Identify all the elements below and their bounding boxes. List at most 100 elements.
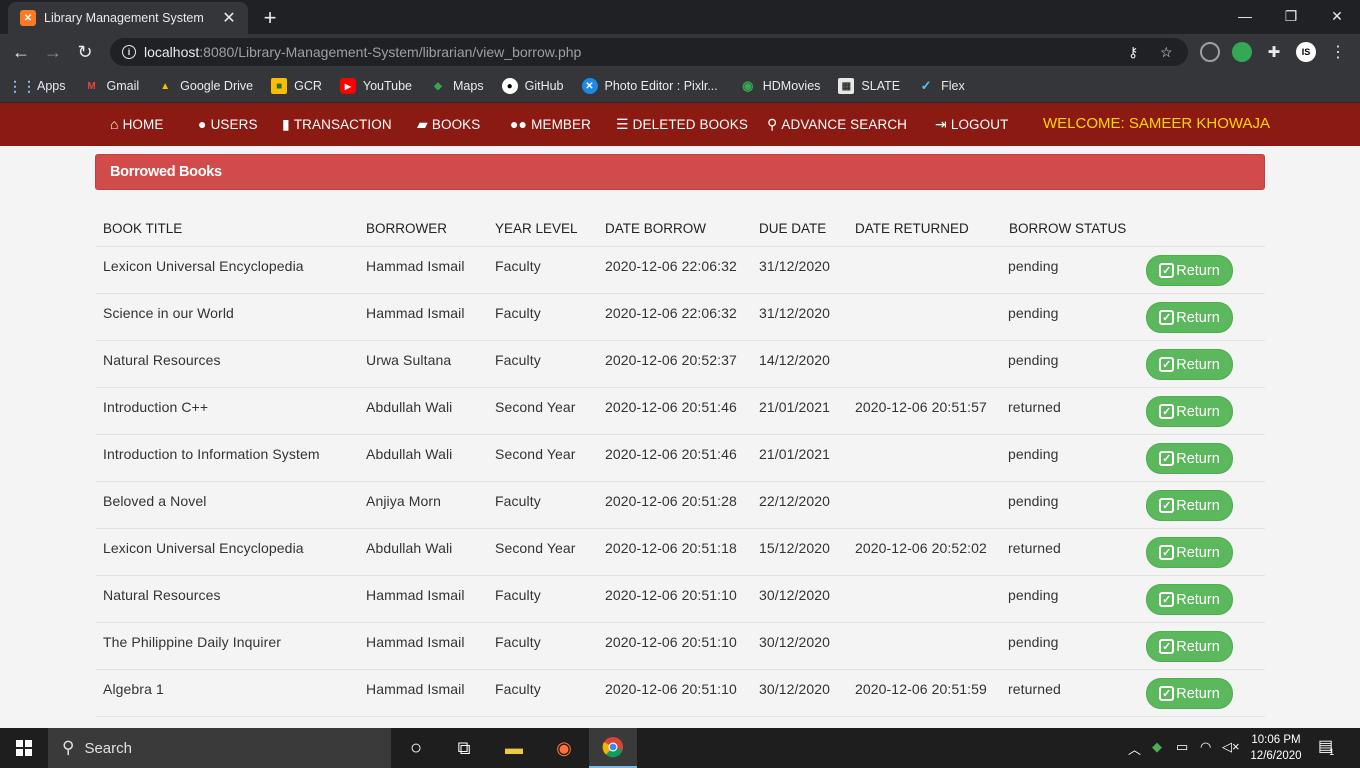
- bookmark-github[interactable]: ● GitHub: [501, 78, 564, 94]
- bookmark-label: HDMovies: [762, 79, 821, 93]
- bookmark-star-icon[interactable]: ☆: [1160, 44, 1173, 61]
- restore-icon[interactable]: ❐: [1268, 2, 1314, 30]
- cell-book-title: Algebra 1: [103, 681, 164, 697]
- cell-book-title: Lexicon Universal Encyclopedia: [103, 258, 304, 274]
- taskbar-search[interactable]: ⚲ Search: [48, 728, 391, 768]
- nav-advance-search[interactable]: ⚲ ADVANCE SEARCH: [767, 116, 907, 133]
- cell-date-returned: 2020-12-06 20:52:02: [855, 540, 987, 556]
- firefox-icon[interactable]: ◉: [540, 728, 588, 768]
- welcome-text: WELCOME: SAMEER KHOWAJA: [1043, 115, 1270, 132]
- return-button[interactable]: ✓ Return: [1146, 631, 1233, 662]
- bookmark-flex[interactable]: ✓ Flex: [918, 78, 965, 94]
- site-info-icon[interactable]: i: [122, 45, 136, 59]
- bookmark-gmail[interactable]: M Gmail: [84, 78, 139, 94]
- bookmark-slate[interactable]: ▦ SLATE: [838, 78, 900, 94]
- reload-icon[interactable]: ↻: [72, 40, 98, 64]
- cell-date-borrow: 2020-12-06 20:51:18: [605, 540, 737, 556]
- address-bar[interactable]: i localhost:8080/Library-Management-Syst…: [110, 38, 1188, 66]
- return-label: Return: [1176, 638, 1220, 655]
- return-button[interactable]: ✓ Return: [1146, 678, 1233, 709]
- flex-icon: ✓: [920, 78, 932, 93]
- google-drive-icon: ▲: [160, 80, 171, 92]
- cell-due-date: 21/01/2021: [759, 446, 831, 462]
- cell-book-title: The Philippine Daily Inquirer: [103, 634, 281, 650]
- file-explorer-icon[interactable]: ▬: [490, 728, 538, 768]
- nav-label: DELETED BOOKS: [632, 117, 748, 132]
- table-row: Natural Resources Urwa Sultana Faculty 2020…: [96, 341, 1265, 388]
- bookmark-google-drive[interactable]: ▲ Google Drive: [157, 78, 253, 94]
- nav-deleted-books[interactable]: ☰ DELETED BOOKS: [616, 116, 748, 133]
- nav-member[interactable]: ●● MEMBER: [510, 116, 591, 132]
- cell-date-borrow: 2020-12-06 22:06:32: [605, 258, 737, 274]
- nav-home[interactable]: ⌂ HOME: [110, 116, 163, 132]
- notification-center-icon[interactable]: ▤1: [1318, 736, 1338, 757]
- start-button[interactable]: [0, 728, 48, 768]
- return-button[interactable]: ✓ Return: [1146, 396, 1233, 427]
- cell-year-level: Second Year: [495, 399, 576, 415]
- list-icon: ☰: [616, 116, 629, 132]
- extensions-puzzle-icon[interactable]: ✚: [1264, 42, 1284, 62]
- bookmark-apps[interactable]: ⋮⋮ Apps: [8, 78, 66, 94]
- bookmark-maps[interactable]: ◆ Maps: [430, 78, 483, 94]
- nav-users[interactable]: ● USERS: [198, 116, 258, 132]
- extension-circle-icon[interactable]: [1200, 42, 1220, 62]
- tab-close-icon[interactable]: ✕: [220, 8, 238, 28]
- nav-label: BOOKS: [431, 117, 481, 132]
- cell-year-level: Second Year: [495, 446, 576, 462]
- gmail-icon: M: [87, 80, 96, 92]
- bookmark-gcr[interactable]: ■ GCR: [271, 78, 322, 94]
- col-year-level: YEAR LEVEL: [495, 221, 578, 236]
- sign-out-icon: ⇥: [935, 116, 947, 132]
- cell-due-date: 14/12/2020: [759, 352, 831, 368]
- chrome-taskbar-icon[interactable]: [589, 728, 637, 768]
- new-tab-icon[interactable]: +: [258, 5, 282, 31]
- cell-date-borrow: 2020-12-06 20:51:46: [605, 399, 737, 415]
- nav-label: LOGOUT: [950, 117, 1009, 132]
- bookmark-hdmovies[interactable]: ◉ HDMovies: [740, 78, 821, 94]
- return-label: Return: [1176, 356, 1220, 373]
- nav-label: ADVANCE SEARCH: [781, 117, 908, 132]
- nav-transaction[interactable]: ▮ TRANSACTION: [282, 116, 392, 133]
- cell-due-date: 31/12/2020: [759, 258, 831, 274]
- cell-due-date: 30/12/2020: [759, 681, 831, 697]
- return-button[interactable]: ✓ Return: [1146, 443, 1233, 474]
- bookmark-youtube[interactable]: ▶ YouTube: [339, 78, 412, 94]
- minimize-icon[interactable]: —: [1222, 2, 1268, 30]
- nav-logout[interactable]: ⇥ LOGOUT: [935, 116, 1008, 133]
- chrome-icon: [602, 737, 623, 758]
- system-clock[interactable]: 10:06 PM 12/6/2020: [1244, 732, 1308, 764]
- cell-borrower: Abdullah Wali: [366, 446, 453, 462]
- cell-borrow-status: pending: [1008, 352, 1059, 368]
- profile-avatar[interactable]: IS: [1296, 42, 1316, 62]
- bookmark-pixlr[interactable]: ✕ Photo Editor : Pixlr...: [581, 78, 718, 94]
- return-button[interactable]: ✓ Return: [1146, 584, 1233, 615]
- show-hidden-icons[interactable]: ︿: [1128, 739, 1141, 758]
- nav-books[interactable]: ▰ BOOKS: [417, 116, 480, 133]
- wifi-icon[interactable]: ◠: [1200, 739, 1211, 755]
- battery-icon[interactable]: ▭: [1176, 739, 1188, 755]
- check-square-icon: ✓: [1159, 498, 1175, 513]
- return-button[interactable]: ✓ Return: [1146, 255, 1233, 286]
- cell-date-returned: 2020-12-06 20:51:57: [855, 399, 987, 415]
- security-shield-icon[interactable]: ◆: [1152, 739, 1162, 755]
- return-button[interactable]: ✓ Return: [1146, 302, 1233, 333]
- browser-menu-icon[interactable]: ⋮: [1328, 42, 1348, 62]
- browser-tab[interactable]: ✕ Library Management System ✕: [8, 2, 248, 34]
- cell-year-level: Faculty: [495, 493, 541, 509]
- extension-color-icon[interactable]: [1232, 42, 1252, 62]
- cortana-icon[interactable]: ○: [392, 728, 440, 768]
- volume-muted-icon[interactable]: ◁×: [1222, 739, 1240, 755]
- key-icon[interactable]: ⚷: [1128, 44, 1138, 61]
- return-button[interactable]: ✓ Return: [1146, 537, 1233, 568]
- cell-book-title: Natural Resources: [103, 587, 221, 603]
- forward-icon[interactable]: →: [40, 40, 66, 64]
- return-button[interactable]: ✓ Return: [1146, 490, 1233, 521]
- return-button[interactable]: ✓ Return: [1146, 349, 1233, 380]
- window-close-icon[interactable]: ✕: [1314, 2, 1360, 30]
- col-borrow-status: BORROW STATUS: [1009, 221, 1127, 236]
- google-classroom-icon: ■: [271, 78, 288, 94]
- cell-book-title: Natural Resources: [103, 352, 221, 368]
- task-view-icon[interactable]: ⧉: [440, 728, 488, 768]
- back-icon[interactable]: ←: [8, 40, 34, 64]
- bookmark-label: GCR: [294, 79, 322, 93]
